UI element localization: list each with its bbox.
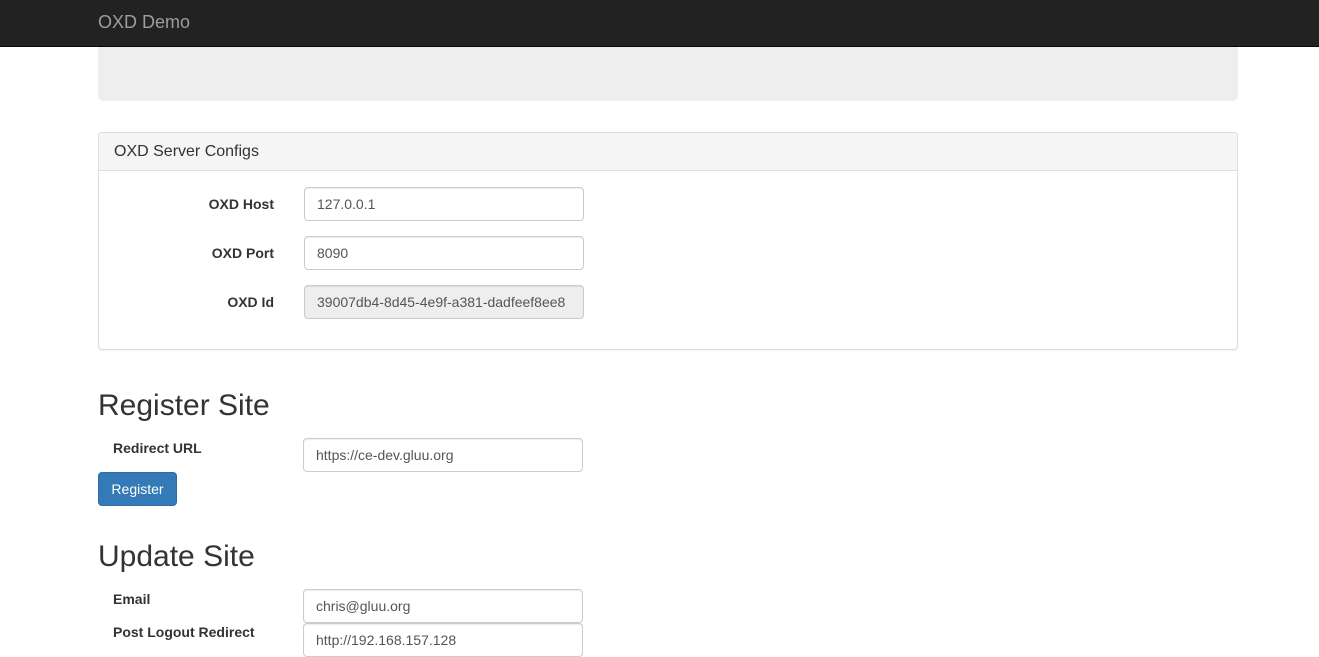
top-navbar: OXD Demo [0, 0, 1319, 47]
navbar-brand[interactable]: OXD Demo [98, 12, 190, 32]
oxd-port-input[interactable] [304, 236, 584, 270]
email-input[interactable] [303, 589, 583, 623]
update-site-heading: Update Site [98, 540, 255, 573]
panel-title: OXD Server Configs [99, 133, 1237, 171]
register-site-heading: Register Site [98, 389, 270, 422]
register-button[interactable]: Register [98, 472, 177, 506]
oxd-port-row: OXD Port [99, 236, 1237, 270]
oxd-host-label: OXD Host [208, 196, 274, 212]
oxd-id-row: OXD Id [99, 285, 1237, 319]
oxd-host-input[interactable] [304, 187, 584, 221]
redirect-url-input[interactable] [303, 438, 583, 472]
post-logout-redirect-label: Post Logout Redirect [113, 624, 255, 640]
email-label: Email [113, 591, 151, 607]
oxd-id-label: OXD Id [227, 294, 274, 310]
jumbotron [98, 47, 1238, 101]
post-logout-redirect-input[interactable] [303, 623, 583, 657]
oxd-host-row: OXD Host [99, 187, 1237, 221]
oxd-id-input[interactable] [304, 285, 584, 319]
server-configs-panel: OXD Server Configs OXD Host OXD Port OXD… [98, 132, 1238, 350]
oxd-port-label: OXD Port [211, 245, 274, 261]
redirect-url-label: Redirect URL [113, 440, 202, 456]
